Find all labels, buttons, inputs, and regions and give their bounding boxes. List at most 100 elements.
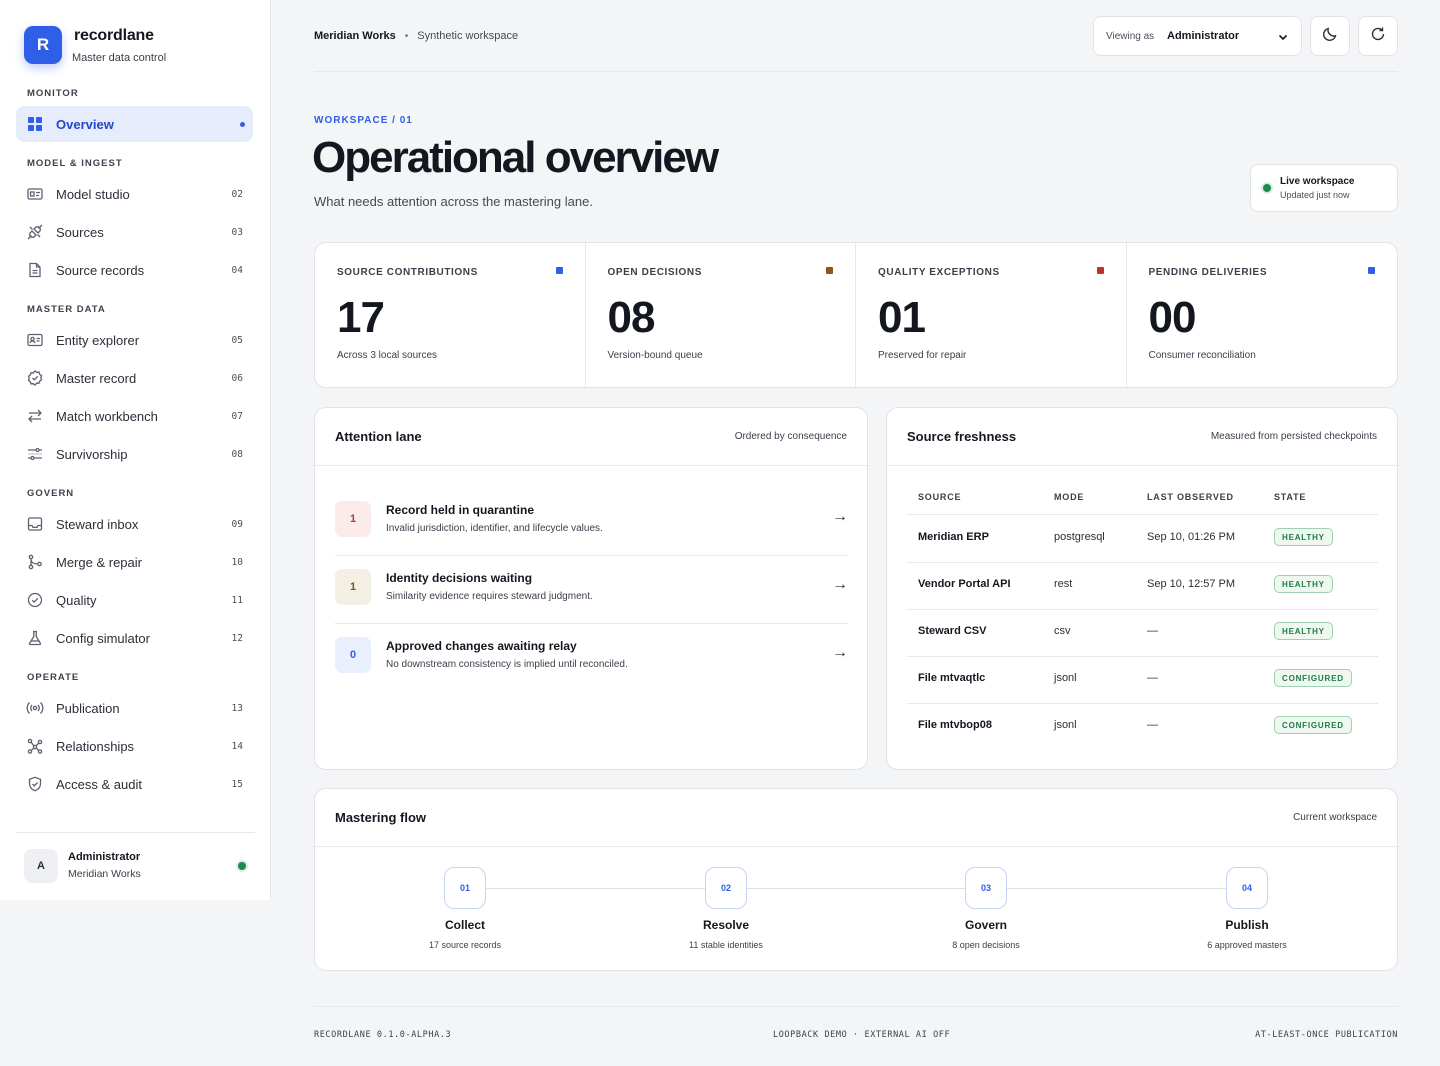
sidebar-item-survivorship[interactable]: Survivorship 08 (16, 436, 253, 472)
sidebar-item-match-workbench[interactable]: Match workbench 07 (16, 398, 253, 434)
status-badge: HEALTHY (1274, 622, 1333, 640)
last-observed: — (1147, 672, 1158, 684)
sidebar-item-label: Steward inbox (56, 516, 139, 532)
flow-connector-line (465, 888, 1247, 889)
sidebar-item-number: 14 (231, 740, 243, 752)
git-merge-icon (26, 553, 44, 571)
table-row[interactable]: File mtvaqtlc jsonl — CONFIGURED (887, 656, 1397, 703)
live-title: Live workspace (1280, 176, 1355, 187)
step-caption: 11 stable identities (689, 940, 763, 950)
flow-step-collect[interactable]: 01 Collect 17 source records (385, 867, 545, 950)
nav-section-govern: GOVERN (27, 488, 75, 499)
card-meta: Current workspace (1293, 812, 1377, 823)
nav-section-model-ingest: MODEL & INGEST (27, 158, 123, 169)
count-badge: 1 (335, 569, 371, 605)
sidebar-item-access-audit[interactable]: Access & audit 15 (16, 766, 253, 802)
metric-label: OPEN DECISIONS (607, 267, 703, 278)
sidebar-item-number: 03 (231, 226, 243, 238)
theme-toggle-button[interactable] (1310, 16, 1350, 56)
live-status-dot (1263, 184, 1271, 192)
network-icon (26, 737, 44, 755)
sidebar-item-number: 11 (231, 594, 243, 606)
sidebar-item-number: 13 (231, 702, 243, 714)
breadcrumb-separator: • (404, 30, 409, 42)
sidebar-item-master-record[interactable]: Master record 06 (16, 360, 253, 396)
metric-caption: Preserved for repair (878, 350, 967, 361)
column-header-source[interactable]: SOURCE (918, 492, 961, 502)
table-row[interactable]: Steward CSV csv — HEALTHY (887, 609, 1397, 656)
sidebar: R recordlane Master data control MONITOR… (0, 0, 271, 900)
source-mode: rest (1054, 578, 1073, 590)
status-badge: CONFIGURED (1274, 716, 1352, 734)
footer-version: RECORDLANE 0.1.0-ALPHA.3 (314, 1030, 452, 1040)
source-name: File mtvbop08 (918, 719, 992, 731)
source-mode: jsonl (1054, 672, 1077, 684)
breadcrumb-workspace[interactable]: Synthetic workspace (417, 30, 518, 42)
card-title: Attention lane (335, 429, 422, 444)
mastering-flow-card: Mastering flow Current workspace 01 Coll… (314, 788, 1398, 971)
swap-arrows-icon (26, 407, 44, 425)
attention-item-title: Record held in quarantine (386, 503, 535, 517)
metric-color-marker (555, 267, 563, 274)
viewing-as-select[interactable]: Viewing as Administrator (1093, 16, 1302, 56)
brand[interactable]: R recordlane Master data control (24, 26, 166, 64)
attention-item-approved-changes[interactable]: 0 Approved changes awaiting relay No dow… (335, 624, 848, 692)
column-header-state[interactable]: STATE (1274, 492, 1306, 502)
active-indicator (240, 122, 245, 127)
sidebar-item-model-studio[interactable]: Model studio 02 (16, 176, 253, 212)
metrics-card: SOURCE CONTRIBUTIONS 17 Across 3 local s… (314, 242, 1398, 388)
nav-section-master-data: MASTER DATA (27, 304, 106, 315)
flow-step-publish[interactable]: 04 Publish 6 approved masters (1167, 867, 1327, 950)
sidebar-item-steward-inbox[interactable]: Steward inbox 09 (16, 506, 253, 542)
source-freshness-card: Source freshness Measured from persisted… (886, 407, 1398, 770)
column-header-last-observed[interactable]: LAST OBSERVED (1147, 492, 1234, 502)
broadcast-icon (26, 699, 44, 717)
attention-item-description: Similarity evidence requires steward jud… (386, 591, 593, 602)
count-badge: 0 (335, 637, 371, 673)
sidebar-item-config-simulator[interactable]: Config simulator 12 (16, 620, 253, 656)
table-row[interactable]: Meridian ERP postgresql Sep 10, 01:26 PM… (887, 515, 1397, 562)
metric-pending-deliveries[interactable]: PENDING DELIVERIES 00 Consumer reconcili… (1127, 243, 1398, 387)
sidebar-item-merge-repair[interactable]: Merge & repair 10 (16, 544, 253, 580)
column-header-mode[interactable]: MODE (1054, 492, 1084, 502)
sidebar-item-label: Sources (56, 224, 104, 240)
metric-open-decisions[interactable]: OPEN DECISIONS 08 Version-bound queue (586, 243, 856, 387)
refresh-icon (1370, 26, 1386, 47)
sidebar-item-label: Relationships (56, 738, 135, 754)
step-number: 04 (1226, 867, 1268, 909)
step-name: Govern (964, 918, 1007, 932)
sidebar-item-entity-explorer[interactable]: Entity explorer 05 (16, 322, 253, 358)
attention-item-identity-decisions[interactable]: 1 Identity decisions waiting Similarity … (335, 556, 848, 624)
flow-step-resolve[interactable]: 02 Resolve 11 stable identities (646, 867, 806, 950)
footer-divider (314, 1006, 1398, 1007)
check-circle-icon (26, 591, 44, 609)
footer-mode: LOOPBACK DEMO · EXTERNAL AI OFF (773, 1030, 951, 1040)
sidebar-item-publication[interactable]: Publication 13 (16, 690, 253, 726)
footer-delivery: AT-LEAST-ONCE PUBLICATION (1255, 1030, 1398, 1040)
metric-quality-exceptions[interactable]: QUALITY EXCEPTIONS 01 Preserved for repa… (856, 243, 1127, 387)
user-profile[interactable]: A Administrator Meridian Works (24, 848, 254, 884)
sidebar-item-source-records[interactable]: Source records 04 (16, 252, 253, 288)
attention-item-quarantine[interactable]: 1 Record held in quarantine Invalid juri… (335, 488, 848, 556)
sidebar-item-relationships[interactable]: Relationships 14 (16, 728, 253, 764)
flow-step-govern[interactable]: 03 Govern 8 open decisions (906, 867, 1066, 950)
table-row[interactable]: Vendor Portal API rest Sep 10, 12:57 PM … (887, 562, 1397, 609)
live-updated: Updated just now (1280, 190, 1350, 200)
sidebar-item-label: Master record (56, 370, 137, 386)
id-card-icon (26, 185, 44, 203)
refresh-button[interactable] (1358, 16, 1398, 56)
metric-source-contributions[interactable]: SOURCE CONTRIBUTIONS 17 Across 3 local s… (315, 243, 586, 387)
sidebar-item-label: Survivorship (56, 446, 128, 462)
source-name: File mtvaqtlc (918, 672, 986, 684)
metric-label: QUALITY EXCEPTIONS (878, 267, 1000, 278)
arrow-right-icon: → (832, 644, 848, 661)
table-row[interactable]: File mtvbop08 jsonl — CONFIGURED (887, 703, 1397, 750)
sidebar-item-quality[interactable]: Quality 11 (16, 582, 253, 618)
metric-caption: Consumer reconciliation (1148, 350, 1256, 361)
metric-caption: Version-bound queue (607, 350, 703, 361)
sidebar-item-sources[interactable]: Sources 03 (16, 214, 253, 250)
breadcrumb-org[interactable]: Meridian Works (314, 30, 396, 42)
card-meta: Ordered by consequence (734, 431, 847, 442)
status-badge: HEALTHY (1274, 528, 1333, 546)
sidebar-item-overview[interactable]: Overview (16, 106, 253, 142)
